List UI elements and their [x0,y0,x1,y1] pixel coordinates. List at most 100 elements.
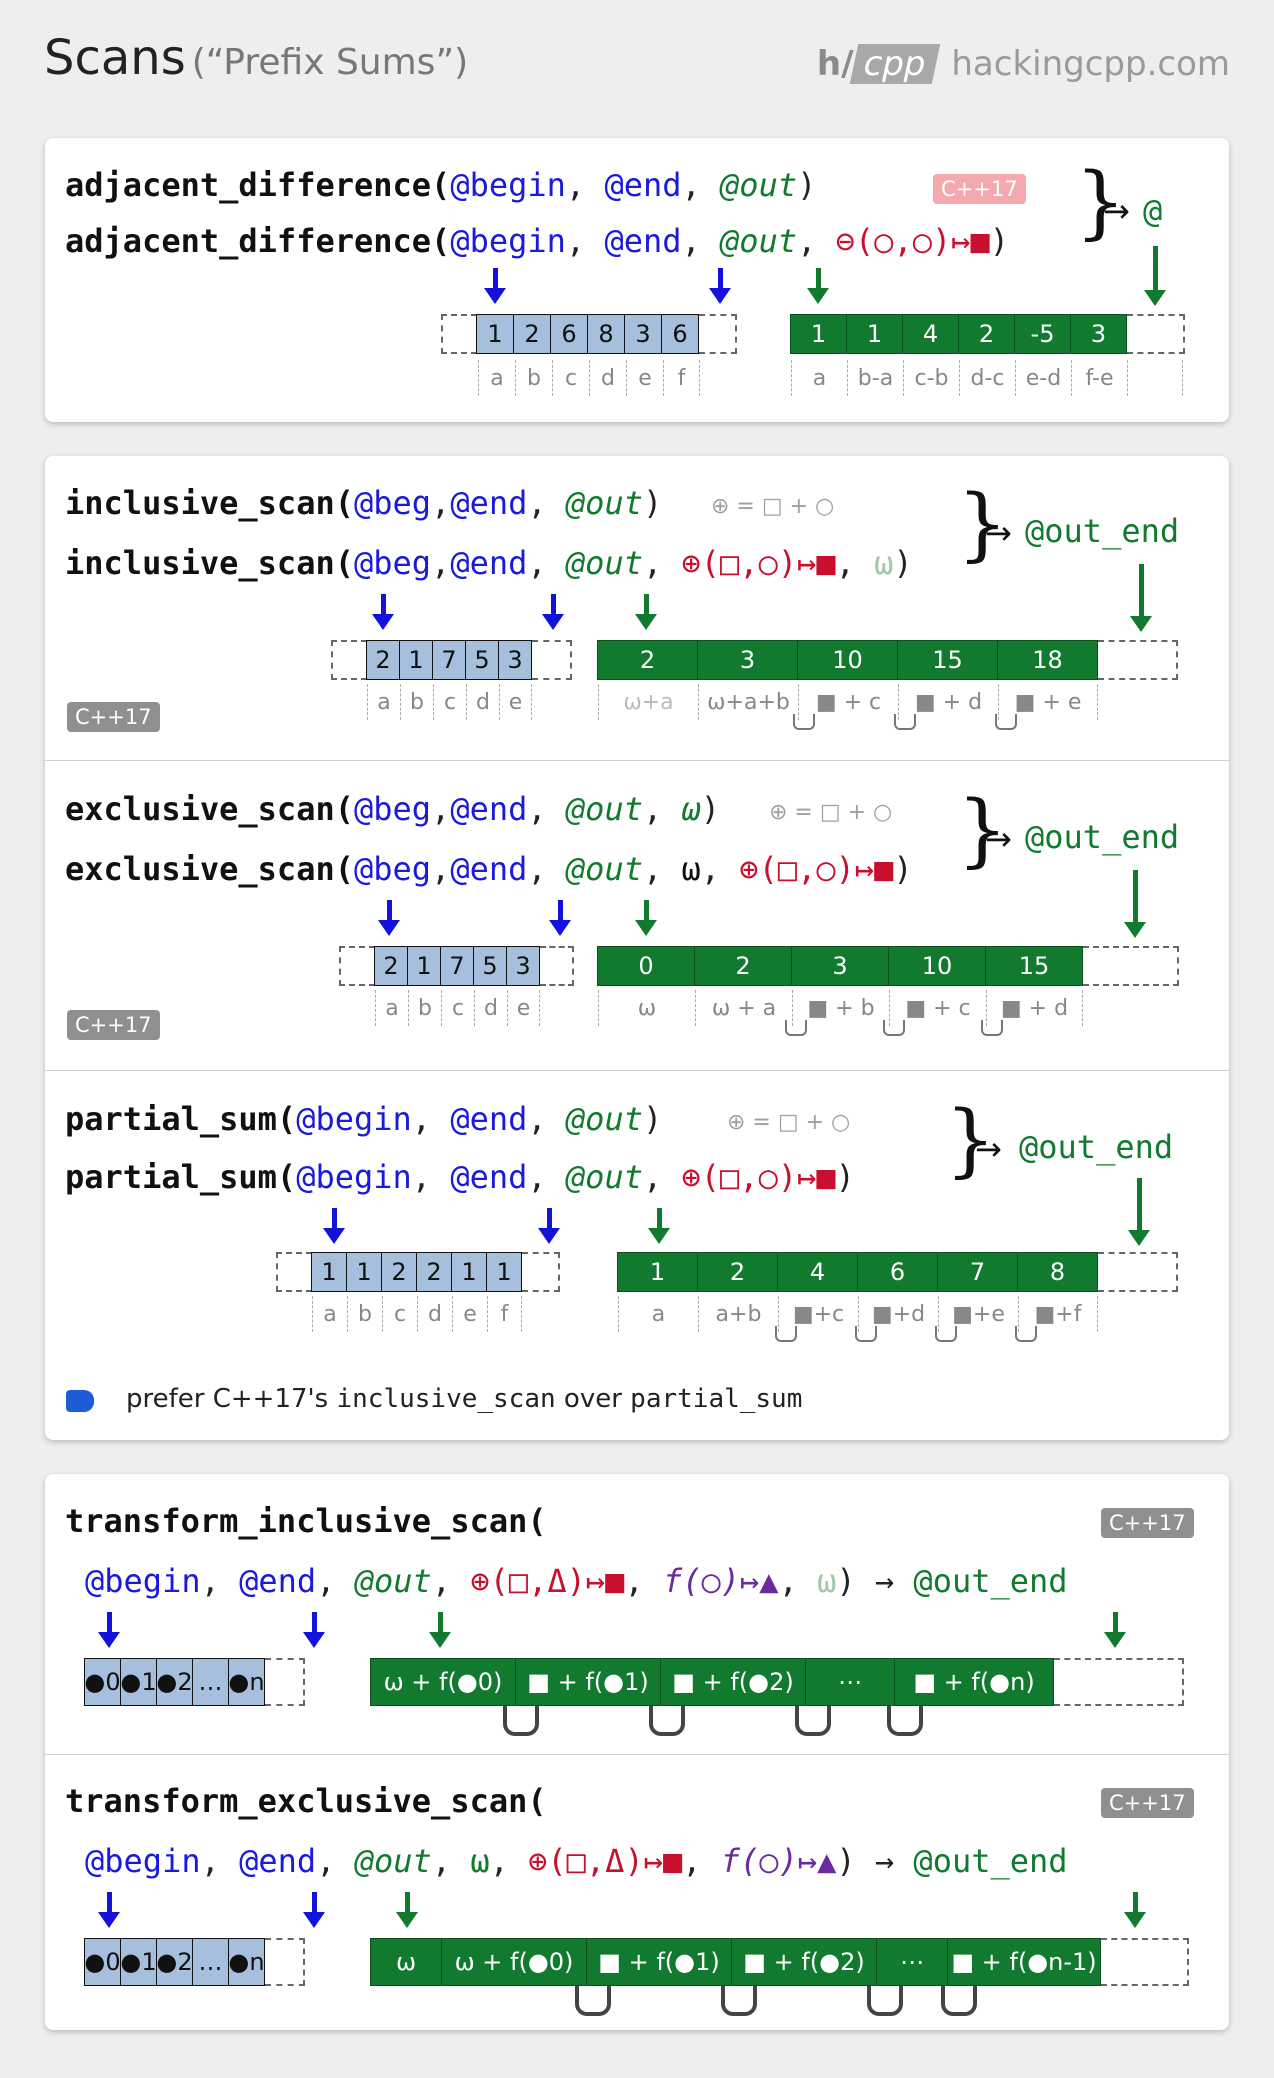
input-cell: 1 [399,640,433,680]
return-arrow: → [985,820,1012,858]
input-cell: ●n [228,1658,265,1706]
site-brand[interactable]: h/cpp hackingcpp.com [817,44,1230,84]
input-label: e [452,1296,487,1332]
return-arrow: → [975,1130,1002,1168]
output-cell: ■ + f(●2) [731,1938,877,1986]
input-label: d [474,990,507,1026]
input-label: b [400,684,433,720]
input-cell: 3 [506,946,540,986]
output-labels: ω ω + a ■ + b ■ + c ■ + d [598,990,1083,1026]
output-cell: 3 [791,946,889,986]
output-label: ω + a [695,990,792,1026]
input-cell: 1 [476,314,514,354]
input-range: ●0 ●1 ●2 … ●n [84,1658,305,1706]
carry-hook [894,714,916,730]
input-cell: 1 [486,1252,522,1292]
carry-hook [775,1326,797,1342]
logo-cpp: cpp [849,44,940,84]
input-labels: a b c d e [367,684,532,720]
carry-hook [883,1020,905,1036]
input-labels: a b c d e f [312,1296,522,1332]
input-range: 1 2 6 8 3 6 [441,314,737,354]
output-cell: ω + f(●0) [441,1938,587,1986]
t-exclusive-args: @begin, @end, @out, ω, ⊕(□,Δ)↦■, f(○)↦▲)… [85,1842,1068,1880]
exclusive-line-2: exclusive_scan(@beg,@end, @out, ω, ⊕(□,○… [65,850,913,888]
cpp17-badge: C++17 [67,702,160,732]
input-label: c [441,990,474,1026]
output-label: a+b [698,1296,778,1332]
return-value: @out_end [1025,512,1180,550]
section-divider [45,1070,1229,1071]
return-value: @ [1143,192,1163,230]
cpp17-badge: C++17 [933,174,1026,204]
cpp17-badge: C++17 [67,1010,160,1040]
input-cell: 5 [473,946,507,986]
input-cell: 2 [381,1252,417,1292]
partial-line-1: partial_sum(@begin, @end, @out) [65,1100,663,1138]
output-label: ω+a+b [698,684,798,720]
output-range: 1 1 4 2 -5 3 [790,314,1185,354]
output-cell: 7 [937,1252,1018,1292]
input-label: e [626,360,663,396]
input-label: a [478,360,515,396]
output-cell: 10 [797,640,898,680]
input-labels: a b c d e [375,990,540,1026]
page-subtitle: (“Prefix Sums”) [191,42,469,83]
page-header: Scans (“Prefix Sums”) h/cpp hackingcpp.com [0,0,1274,120]
inclusive-line-1: inclusive_scan(@beg,@end, @out) [65,484,663,522]
carry-hook [795,1706,831,1736]
input-label: d [589,360,626,396]
output-cell: 4 [902,314,959,354]
input-cell: 7 [432,640,466,680]
output-cell: 6 [857,1252,938,1292]
t-inclusive-args: @begin, @end, @out, ⊕(□,Δ)↦■, f(○)↦▲, ω)… [85,1562,1068,1600]
output-cell: 1 [617,1252,698,1292]
return-arrow: → [985,514,1012,552]
input-label: a [375,990,408,1026]
output-cell: 2 [597,640,698,680]
t-inclusive-name: transform_inclusive_scan( [65,1502,547,1540]
output-range: 1 2 4 6 7 8 [617,1252,1178,1292]
input-label: a [312,1296,347,1332]
input-cell: 6 [550,314,588,354]
input-labels: a b c d e f [478,360,700,396]
adjacent-line-2: adjacent_difference(@begin, @end, @out, … [65,222,1010,260]
input-label: e [507,990,540,1026]
input-label: f [487,1296,522,1332]
carry-hook [867,1986,903,2016]
page-title: Scans (“Prefix Sums”) [44,30,469,86]
pointing-hand-icon [66,1390,94,1412]
output-cell: 3 [697,640,798,680]
input-label: f [663,360,700,396]
output-range: 2 3 10 15 18 [597,640,1178,680]
input-label: b [408,990,441,1026]
input-cell: 2 [374,946,408,986]
plus-hint: ⊕ = □ + ○ [769,800,893,825]
output-cell: 8 [1017,1252,1098,1292]
output-range: ω ω + f(●0) ■ + f(●1) ■ + f(●2) ⋯ ■ + f(… [370,1938,1189,1986]
output-label: d-c [959,360,1015,396]
input-label: c [552,360,589,396]
carry-hook [649,1706,685,1736]
adjacent-difference-card: adjacent_difference(@begin, @end, @out) … [45,138,1229,422]
input-cell: 6 [661,314,699,354]
input-label: e [499,684,532,720]
return-value: @out_end [1025,818,1180,856]
input-cell: ●0 [84,1658,121,1706]
input-cell: ●2 [156,1658,193,1706]
output-label: a [791,360,847,396]
input-range: ●0 ●1 ●2 … ●n [84,1938,305,1986]
return-arrow: → [1103,192,1130,230]
scans-card: inclusive_scan(@beg,@end, @out) ⊕ = □ + … [45,456,1229,1440]
output-cell: ■ + f(●n-1) [947,1938,1101,1986]
output-cell: 0 [597,946,695,986]
carry-hook [575,1986,611,2016]
output-cell: 3 [1070,314,1127,354]
output-cell: 15 [985,946,1083,986]
carry-hook [995,714,1017,730]
input-cell: ●0 [84,1938,121,1986]
carry-hook [1015,1326,1037,1342]
input-cell: 1 [451,1252,487,1292]
input-range: 2 1 7 5 3 [331,640,572,680]
output-cell: ■ + f(●1) [515,1658,661,1706]
